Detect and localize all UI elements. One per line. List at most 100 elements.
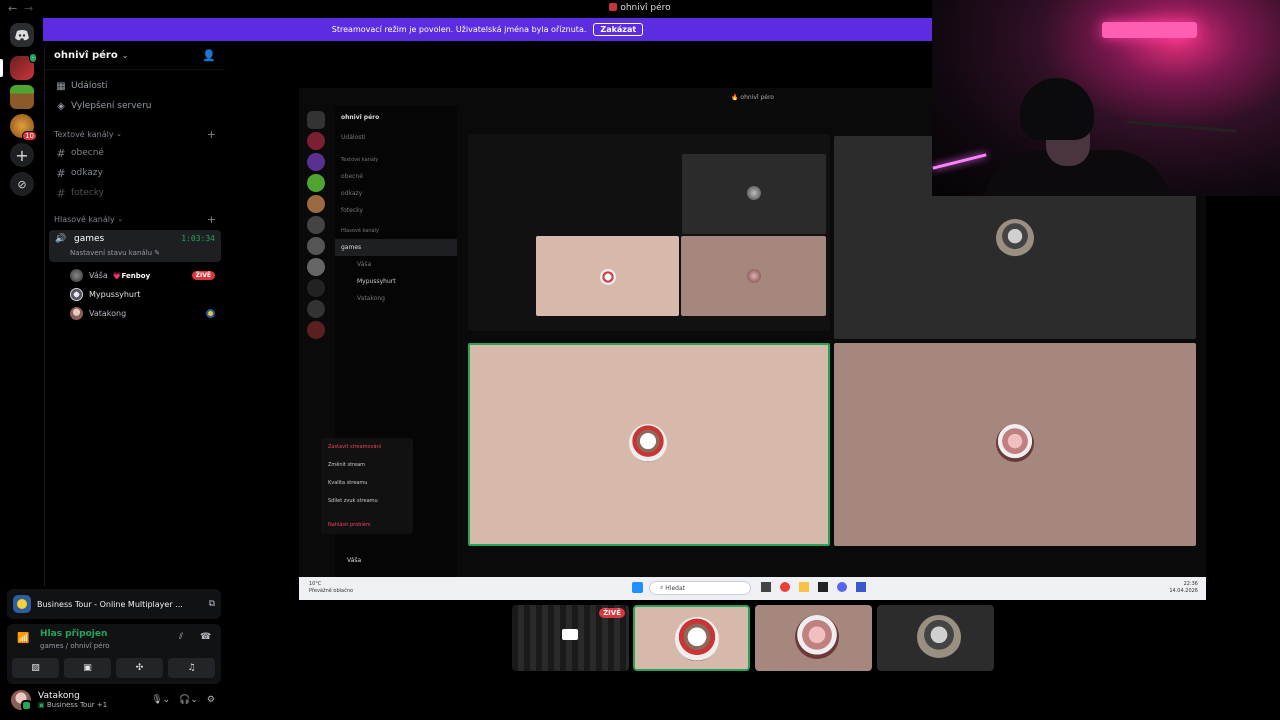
- participant-avatar: [996, 219, 1034, 257]
- channel-fotecky[interactable]: # fotecky: [45, 183, 225, 203]
- inner-voice-user: Váša: [357, 261, 372, 268]
- chevron-down-icon: ⌄: [121, 51, 129, 60]
- activity-card[interactable]: Business Tour - Online Multiplayer ... ⧉: [7, 589, 221, 619]
- thumbnail-mypussyhurt[interactable]: [877, 605, 994, 671]
- voice-user-vatakong[interactable]: Vatakong: [45, 304, 225, 323]
- channel-odkazy[interactable]: # odkazy: [45, 163, 225, 183]
- inner-voice-user: Vatakong: [357, 295, 385, 302]
- user-activity-tag: 💗Fenboy: [112, 271, 151, 280]
- nested-avatar: [600, 269, 616, 285]
- add-channel-icon[interactable]: +: [207, 213, 216, 226]
- voice-channel-games[interactable]: 🔊 games 1:03:34 Nastavení stavu kanálu ✎: [49, 230, 221, 262]
- neon-sign: [1102, 22, 1197, 38]
- windows-start-icon: [632, 582, 643, 593]
- streamer-hair: [1020, 78, 1094, 140]
- channel-status-setter[interactable]: Nastavení stavu kanálu ✎: [70, 249, 160, 257]
- participant-avatar: [917, 615, 961, 659]
- webcam-overlay: [932, 0, 1280, 196]
- participant-avatar: [675, 617, 719, 661]
- disconnect-icon[interactable]: ☎: [200, 632, 211, 642]
- server-name: ohnivî péro: [54, 50, 118, 61]
- microphone-icon[interactable]: 🎙⌄: [151, 695, 170, 705]
- hash-icon: #: [56, 186, 66, 200]
- nav-server-boost[interactable]: ◈ Vylepšení serveru: [45, 96, 225, 116]
- menu-report-problem: Nahlásit problém: [328, 522, 371, 528]
- windows-taskbar: 10°C Převážně oblačno ⌕ Hledat 22:36 14.04…: [299, 577, 1206, 600]
- nav-events[interactable]: ▦ Události: [45, 76, 225, 96]
- participant-avatar: [795, 615, 839, 659]
- user-panel: Business Tour - Online Multiplayer ... ⧉…: [4, 586, 221, 720]
- nav-boost-label: Vylepšení serveru: [71, 101, 152, 111]
- calendar-icon: ▦: [56, 80, 66, 92]
- inner-channel: obecné: [341, 173, 363, 180]
- server-ohnivi-pero-icon[interactable]: ·: [10, 53, 37, 80]
- thumbnail-vasa[interactable]: [755, 605, 872, 671]
- weather-widget: 10°C Převážně oblačno: [309, 581, 354, 594]
- soundboard-button[interactable]: ♫: [168, 658, 215, 678]
- streamer-mode-banner: Streamovací režim je povolen. Uživatelsk…: [43, 18, 932, 41]
- voice-connected-label[interactable]: Hlas připojen: [40, 629, 107, 639]
- nav-events-label: Události: [71, 81, 108, 91]
- inner-channel-sidebar: ohnivî péro Události Textové kanály obec…: [321, 106, 457, 578]
- thumbnail-stream[interactable]: ŽIVĚ: [512, 605, 629, 671]
- discord-home-icon[interactable]: [10, 23, 34, 47]
- explore-compass-icon[interactable]: ⊘: [10, 172, 34, 196]
- category-label: Hlasové kanály: [54, 214, 115, 224]
- speaker-icon: 🔊: [55, 234, 67, 244]
- voice-channels-category[interactable]: Hlasové kanály ⌄ +: [45, 210, 225, 228]
- activity-name: Business Tour - Online Multiplayer ...: [37, 599, 183, 609]
- headphones-icon[interactable]: 🎧⌄: [179, 695, 198, 705]
- neon-strip: [932, 153, 987, 170]
- inner-voice-user: Mypussyhurt: [357, 278, 396, 285]
- taskbar-pinned-apps: [761, 582, 866, 594]
- nested-avatar: [747, 186, 761, 200]
- game-icon: [13, 595, 31, 613]
- server-avatar-icon[interactable]: 10: [10, 114, 37, 141]
- user-area: Vatakong ▣ Business Tour +1 🎙⌄ 🎧⌄ ⚙: [7, 683, 221, 717]
- inner-category: Hlasové kanály: [341, 228, 379, 234]
- live-badge: ŽIVĚ: [191, 271, 215, 280]
- channel-sidebar: ohnivî péro ⌄ 👤 ▦ Události ◈ Vylepšení s…: [44, 42, 225, 586]
- inner-user-name: Váša: [347, 557, 362, 564]
- hash-icon: #: [56, 146, 66, 160]
- voice-user-name: Mypussyhurt: [89, 290, 141, 299]
- voice-user-vasa[interactable]: Váša 💗Fenboy ŽIVĚ: [45, 266, 225, 285]
- add-server-icon[interactable]: +: [10, 143, 34, 167]
- activity-popout-icon[interactable]: ⧉: [209, 599, 215, 609]
- voice-channel-timer: 1:03:34: [181, 234, 215, 243]
- screen-share-button[interactable]: ▣: [64, 658, 111, 678]
- channel-label: odkazy: [71, 168, 103, 178]
- camera-off-button[interactable]: ▨: [12, 658, 59, 678]
- avatar: [70, 307, 83, 320]
- voice-channel-name: games: [74, 234, 105, 244]
- avatar: [70, 288, 83, 301]
- disable-streamer-mode-button[interactable]: Zakázat: [593, 23, 644, 36]
- text-channels-category[interactable]: Textové kanály ⌄ +: [45, 125, 225, 143]
- inner-channel: fotecky: [341, 207, 363, 214]
- nested-avatar: [747, 269, 761, 283]
- boost-icon: ◈: [57, 100, 65, 112]
- server-header[interactable]: ohnivî péro ⌄ 👤: [45, 42, 225, 70]
- noise-suppression-icon[interactable]: ⫽: [179, 632, 183, 642]
- activities-button[interactable]: ✣: [116, 658, 163, 678]
- voice-user-name: Váša: [89, 271, 108, 280]
- signal-strength-icon[interactable]: 📶: [17, 633, 29, 644]
- server-minecraft-icon[interactable]: [10, 85, 34, 109]
- voice-user-name: Vatakong: [89, 309, 127, 318]
- inner-channel: odkazy: [341, 190, 363, 197]
- mic-arm: [1127, 120, 1237, 133]
- server-icon: [609, 3, 618, 11]
- add-channel-icon[interactable]: +: [207, 128, 216, 141]
- gear-icon[interactable]: ⚙: [207, 695, 215, 705]
- avatar: [70, 269, 83, 282]
- channel-label: obecné: [71, 148, 104, 158]
- system-tray-clock: 22:36 14.04.2026: [1169, 581, 1198, 594]
- thumbnail-vatakong[interactable]: [633, 605, 750, 671]
- menu-share-audio: Sdílet zvuk streamu: [328, 498, 378, 504]
- category-label: Textové kanály: [54, 129, 114, 139]
- invite-people-icon[interactable]: 👤: [202, 49, 216, 62]
- voice-user-mypussyhurt[interactable]: Mypussyhurt: [45, 285, 225, 304]
- avatar[interactable]: [11, 690, 32, 711]
- menu-stop-streaming: Zastavit streamování: [328, 444, 382, 450]
- channel-obecne[interactable]: # obecné: [45, 143, 225, 163]
